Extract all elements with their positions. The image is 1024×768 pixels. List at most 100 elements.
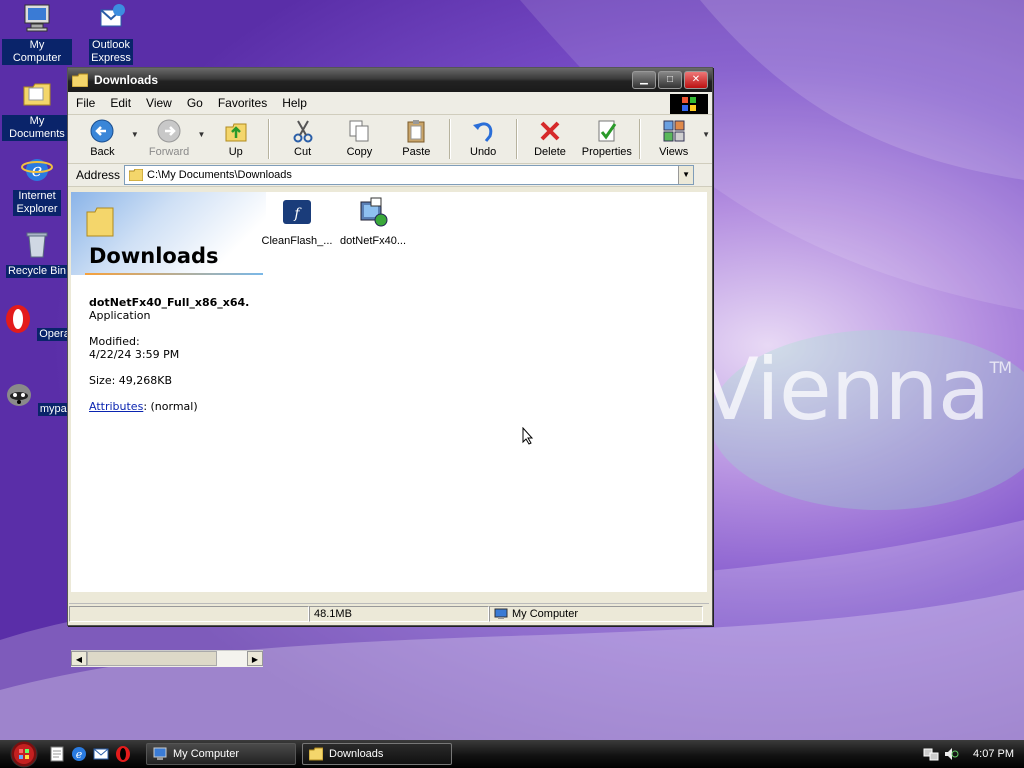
quicklaunch-ie-icon[interactable]: e bbox=[70, 745, 88, 763]
svg-text:e: e bbox=[76, 748, 83, 761]
explorer-window: Downloads ▁ □ ✕ File Edit View Go Favori… bbox=[67, 67, 713, 667]
quicklaunch-opera-icon[interactable] bbox=[114, 745, 132, 763]
menu-bar: File Edit View Go Favorites Help bbox=[68, 92, 712, 115]
mypal-raccoon-icon bbox=[6, 384, 31, 406]
toolbar: Back ▼ Forward ▼ Up Cut Copy Paste Undo bbox=[68, 115, 712, 164]
window-titlebar[interactable]: Downloads ▁ □ ✕ bbox=[68, 68, 712, 92]
desktop-icon-internet-explorer[interactable]: e Internet Explorer bbox=[2, 153, 72, 216]
menu-go[interactable]: Go bbox=[187, 96, 203, 110]
back-dropdown-icon[interactable]: ▼ bbox=[131, 130, 141, 139]
properties-button[interactable]: Properties bbox=[578, 118, 635, 160]
wallpaper-vienna-logo: ViennaTM bbox=[700, 340, 1012, 440]
menu-edit[interactable]: Edit bbox=[110, 96, 131, 110]
cut-label: Cut bbox=[294, 146, 312, 158]
menu-file[interactable]: File bbox=[76, 96, 95, 110]
maximize-button[interactable]: □ bbox=[658, 71, 682, 89]
desktop-icon-mypal[interactable]: mypal bbox=[2, 378, 72, 416]
close-button[interactable]: ✕ bbox=[684, 71, 708, 89]
paste-button[interactable]: Paste bbox=[388, 118, 445, 160]
copy-icon bbox=[349, 120, 369, 142]
my-computer-icon bbox=[153, 747, 167, 760]
toolbar-separator bbox=[448, 119, 451, 159]
scissors-icon bbox=[293, 120, 313, 143]
toolbar-separator bbox=[515, 119, 518, 159]
views-label: Views bbox=[659, 146, 689, 158]
cut-button[interactable]: Cut bbox=[274, 118, 331, 160]
modified-label: Modified: bbox=[89, 335, 140, 348]
address-input[interactable]: C:\My Documents\Downloads ▼ bbox=[124, 165, 695, 185]
svg-text:e: e bbox=[32, 160, 43, 181]
desktop-icon-recycle-bin[interactable]: Recycle Bin bbox=[2, 228, 72, 278]
clipboard-icon bbox=[407, 120, 425, 143]
status-size: 48.1MB bbox=[309, 606, 489, 622]
taskbar: e My Computer Downloads 4:07 PM bbox=[0, 740, 1024, 768]
mouse-cursor-icon bbox=[522, 427, 534, 445]
file-name: CleanFlash_... bbox=[261, 235, 333, 247]
recycle-bin-icon bbox=[26, 232, 48, 258]
attributes-link[interactable]: Attributes bbox=[89, 400, 143, 413]
address-label: Address bbox=[76, 168, 121, 182]
file-name: dotNetFx40... bbox=[339, 235, 407, 247]
menu-favorites[interactable]: Favorites bbox=[218, 96, 267, 110]
task-label: My Computer bbox=[173, 748, 240, 760]
up-button[interactable]: Up bbox=[207, 118, 264, 160]
views-dropdown-icon[interactable]: ▼ bbox=[702, 130, 712, 139]
my-computer-icon bbox=[494, 608, 508, 619]
forward-dropdown-icon[interactable]: ▼ bbox=[198, 130, 208, 139]
selected-file-type: Application bbox=[89, 309, 151, 322]
taskbar-clock[interactable]: 4:07 PM bbox=[973, 748, 1014, 760]
folder-content-pane[interactable]: Downloads dotNetFx40_Full_x86_x64. Appli… bbox=[71, 192, 707, 592]
my-computer-icon bbox=[24, 4, 50, 32]
scroll-left-icon[interactable]: ◀ bbox=[71, 651, 87, 666]
menu-view[interactable]: View bbox=[146, 96, 172, 110]
address-value: C:\My Documents\Downloads bbox=[147, 169, 292, 181]
taskbar-button-downloads[interactable]: Downloads bbox=[302, 743, 452, 765]
status-zone-text: My Computer bbox=[512, 608, 579, 620]
desktop-icon-label: My Documents bbox=[2, 115, 72, 141]
back-button[interactable]: Back bbox=[74, 118, 131, 160]
taskbar-button-my-computer[interactable]: My Computer bbox=[146, 743, 296, 765]
file-item-dotnetfx40[interactable]: dotNetFx40... bbox=[333, 196, 413, 247]
copy-label: Copy bbox=[346, 146, 373, 158]
desktop-icon-my-documents[interactable]: My Documents bbox=[2, 78, 72, 141]
start-orb-icon[interactable] bbox=[4, 740, 44, 768]
back-arrow-icon bbox=[90, 119, 114, 143]
paste-label: Paste bbox=[402, 146, 431, 158]
desktop-icon-label: Internet Explorer bbox=[13, 190, 61, 216]
scrollbar-thumb[interactable] bbox=[87, 651, 217, 666]
properties-icon bbox=[598, 120, 617, 142]
folder-icon bbox=[72, 73, 88, 87]
file-item-cleanflash[interactable]: f CleanFlash_... bbox=[257, 196, 337, 247]
status-size-text: 48.1MB bbox=[314, 608, 352, 620]
tray-volume-icon[interactable] bbox=[943, 746, 959, 762]
horizontal-scrollbar[interactable]: ◀ ▶ bbox=[71, 650, 263, 667]
undo-button[interactable]: Undo bbox=[455, 118, 512, 160]
flash-installer-icon: f bbox=[283, 200, 311, 224]
toolbar-separator bbox=[639, 119, 642, 159]
my-documents-icon bbox=[23, 83, 51, 106]
up-label: Up bbox=[228, 146, 243, 158]
menu-help[interactable]: Help bbox=[282, 96, 307, 110]
task-label: Downloads bbox=[329, 748, 384, 760]
scroll-right-icon[interactable]: ▶ bbox=[247, 651, 263, 666]
quicklaunch-notepad-icon[interactable] bbox=[48, 745, 66, 763]
views-button[interactable]: Views bbox=[645, 118, 702, 160]
folder-icon bbox=[86, 207, 114, 237]
title-divider bbox=[85, 273, 263, 275]
quicklaunch-outlook-icon[interactable] bbox=[92, 745, 110, 763]
undo-label: Undo bbox=[470, 146, 497, 158]
minimize-button[interactable]: ▁ bbox=[632, 71, 656, 89]
address-dropdown-icon[interactable]: ▼ bbox=[678, 166, 694, 184]
tray-network-icon[interactable] bbox=[923, 746, 939, 762]
outlook-express-icon bbox=[100, 4, 125, 27]
forward-button[interactable]: Forward bbox=[141, 118, 198, 160]
folder-icon bbox=[309, 747, 323, 761]
copy-button[interactable]: Copy bbox=[331, 118, 388, 160]
desktop-icon-my-computer[interactable]: My Computer bbox=[2, 2, 72, 65]
delete-button[interactable]: Delete bbox=[522, 118, 579, 160]
folder-title: Downloads bbox=[89, 244, 219, 268]
delete-x-icon bbox=[540, 121, 560, 141]
desktop-icon-opera[interactable]: Opera bbox=[2, 303, 72, 341]
delete-label: Delete bbox=[534, 146, 566, 158]
desktop-icon-outlook-express[interactable]: Outlook Express bbox=[76, 2, 146, 65]
